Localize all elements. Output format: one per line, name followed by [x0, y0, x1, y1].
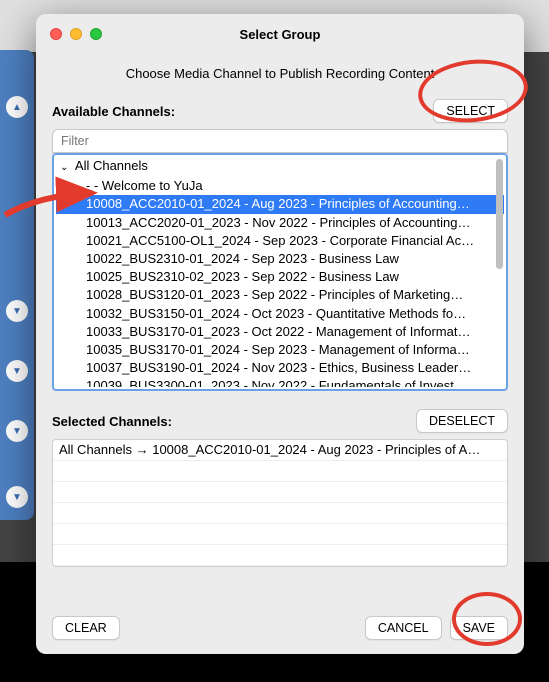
available-channels-label: Available Channels:	[52, 104, 175, 119]
selected-row	[53, 482, 507, 503]
tree-item[interactable]: 10025_BUS2310-02_2023 - Sep 2022 - Busin…	[56, 268, 504, 286]
selected-row	[53, 566, 507, 567]
tree-root[interactable]: ⌄ All Channels	[56, 157, 504, 177]
selected-row	[53, 461, 507, 482]
save-button[interactable]: SAVE	[450, 616, 508, 640]
chevron-down-icon: ▼	[6, 360, 28, 382]
filter-input[interactable]	[52, 129, 508, 153]
tree-item[interactable]: 10037_BUS3190-01_2024 - Nov 2023 - Ethic…	[56, 359, 504, 377]
minimize-icon[interactable]	[70, 28, 82, 40]
selected-channels-label: Selected Channels:	[52, 414, 172, 429]
modal-subtitle: Choose Media Channel to Publish Recordin…	[52, 66, 508, 81]
select-button[interactable]: SELECT	[433, 99, 508, 123]
tree-item[interactable]: 10022_BUS2310-01_2024 - Sep 2023 - Busin…	[56, 250, 504, 268]
zoom-icon[interactable]	[90, 28, 102, 40]
chevron-down-icon: ▼	[6, 486, 28, 508]
chevron-up-icon: ▲	[6, 96, 28, 118]
chevron-down-icon: ▼	[6, 300, 28, 322]
window-titlebar: Select Group	[36, 14, 524, 54]
selected-row	[53, 503, 507, 524]
selected-row	[53, 545, 507, 566]
window-title: Select Group	[240, 27, 321, 42]
background-sidebar	[0, 50, 34, 520]
chevron-down-icon: ▼	[6, 420, 28, 442]
window-traffic-lights	[50, 28, 102, 40]
chevron-down-icon[interactable]: ⌄	[60, 159, 70, 177]
tree-item[interactable]: 10021_ACC5100-OL1_2024 - Sep 2023 - Corp…	[56, 232, 504, 250]
tree-item-welcome[interactable]: - - Welcome to YuJa	[56, 177, 504, 195]
select-group-modal: Select Group Choose Media Channel to Pub…	[36, 14, 524, 654]
tree-item[interactable]: 10035_BUS3170-01_2024 - Sep 2023 - Manag…	[56, 341, 504, 359]
close-icon[interactable]	[50, 28, 62, 40]
clear-button[interactable]: CLEAR	[52, 616, 120, 640]
available-channels-list[interactable]: ⌄ All Channels - - Welcome to YuJa10008_…	[52, 153, 508, 391]
tree-item[interactable]: 10008_ACC2010-01_2024 - Aug 2023 - Princ…	[56, 195, 504, 213]
cancel-button[interactable]: CANCEL	[365, 616, 442, 640]
tree-item[interactable]: 10028_BUS3120-01_2023 - Sep 2022 - Princ…	[56, 286, 504, 304]
selected-row[interactable]: All Channels → 10008_ACC2010-01_2024 - A…	[53, 440, 507, 461]
tree-item[interactable]: 10039_BUS3300-01_2023 - Nov 2022 - Funda…	[56, 377, 504, 387]
selected-channels-list[interactable]: All Channels → 10008_ACC2010-01_2024 - A…	[52, 439, 508, 567]
tree-item[interactable]: 10033_BUS3170-01_2023 - Oct 2022 - Manag…	[56, 323, 504, 341]
deselect-button[interactable]: DESELECT	[416, 409, 508, 433]
scrollbar-thumb[interactable]	[496, 159, 503, 269]
selected-row	[53, 524, 507, 545]
tree-item[interactable]: 10032_BUS3150-01_2024 - Oct 2023 - Quant…	[56, 305, 504, 323]
tree-item[interactable]: 10013_ACC2020-01_2023 - Nov 2022 - Princ…	[56, 214, 504, 232]
